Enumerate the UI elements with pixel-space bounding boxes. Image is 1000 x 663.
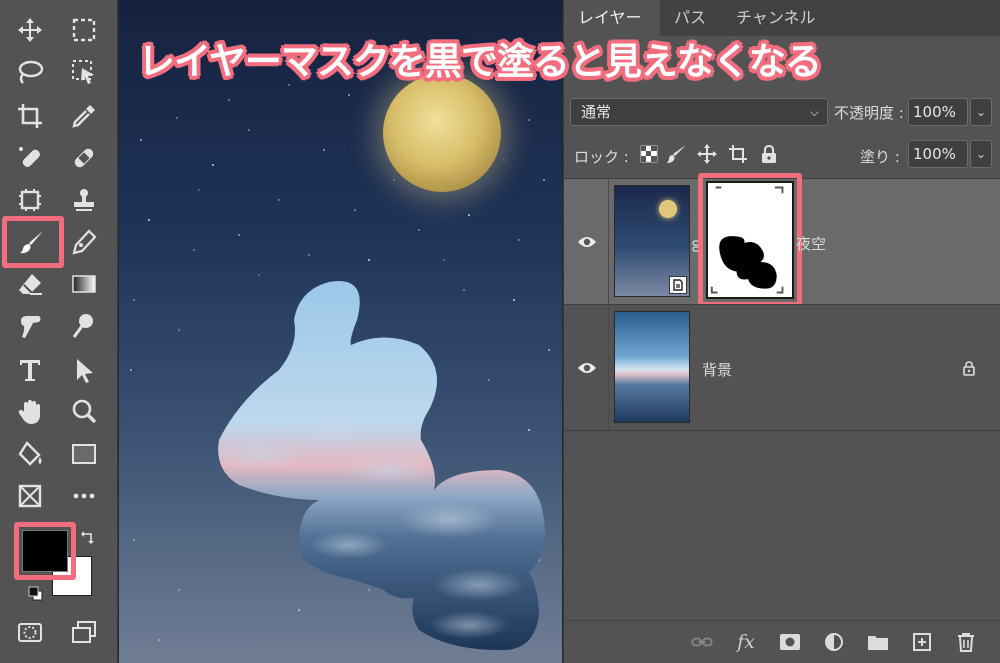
lasso-icon[interactable] <box>10 52 50 92</box>
more-icon[interactable] <box>64 476 104 516</box>
dodge-icon[interactable] <box>64 306 104 346</box>
paint-bucket-icon[interactable] <box>10 434 50 474</box>
lock-position-icon[interactable] <box>696 143 718 165</box>
tab-paths[interactable]: パス <box>660 0 722 36</box>
layers-list-end-divider <box>564 430 1000 431</box>
mask-brush-strokes <box>710 186 784 294</box>
lock-all-icon[interactable] <box>760 144 778 164</box>
rectangle-icon[interactable] <box>64 434 104 474</box>
smudge-icon[interactable] <box>10 306 50 346</box>
opacity-label: 不透明度 : <box>834 104 904 122</box>
layer-mask-thumbnail[interactable] <box>706 181 794 299</box>
folder-icon[interactable] <box>866 631 890 653</box>
lock-pixels-icon[interactable] <box>666 144 688 164</box>
mask-reveal-area <box>218 281 545 651</box>
chevron-down-icon: ⌵ <box>809 105 819 119</box>
fill-field[interactable]: 100% <box>908 140 968 168</box>
clone-stamp-icon[interactable] <box>64 180 104 220</box>
panel-tabs: レイヤー パス チャンネル <box>564 0 1000 36</box>
trash-icon[interactable] <box>954 631 978 653</box>
document-canvas[interactable] <box>119 0 562 663</box>
blend-mode-select[interactable]: 通常 ⌵ <box>570 98 828 126</box>
marquee-icon[interactable] <box>64 10 104 50</box>
fill-chevron-icon[interactable]: ⌄ <box>970 140 992 168</box>
layers-panel: レイヤー パス チャンネル 通常 ⌵ 不透明度 : 100% ⌄ ロック : 塗… <box>563 0 1000 663</box>
tools-toolbar <box>0 0 118 663</box>
visibility-column-divider <box>608 305 609 431</box>
swap-colors-icon[interactable] <box>80 530 96 546</box>
layer-name-background[interactable]: 背景 <box>702 359 732 380</box>
spot-heal-icon[interactable] <box>10 138 50 178</box>
hand-icon[interactable] <box>10 392 50 432</box>
fill-label: 塗り : <box>860 148 900 166</box>
lock-label: ロック : <box>574 148 629 166</box>
fx-icon[interactable]: fx <box>734 631 758 653</box>
visibility-column-divider <box>608 179 609 305</box>
bandaid-icon[interactable] <box>64 138 104 178</box>
new-layer-icon[interactable] <box>910 631 934 653</box>
moon <box>383 74 501 192</box>
lock-artboard-icon[interactable] <box>727 143 749 165</box>
add-mask-icon[interactable] <box>778 631 802 653</box>
eyedropper-icon[interactable] <box>64 96 104 136</box>
object-select-icon[interactable] <box>64 52 104 92</box>
stamp-select-icon[interactable] <box>10 180 50 220</box>
brush-icon[interactable] <box>12 222 52 262</box>
layer-name-night-sky[interactable]: 夜空 <box>796 233 826 254</box>
layer-row-night-sky[interactable]: 夜空 <box>564 173 1000 307</box>
layer-thumbnail-night-sky[interactable] <box>614 185 690 297</box>
layer-row-background[interactable]: 背景 <box>564 304 1000 431</box>
annotation-banner: レイヤーマスクを黒で塗ると見えなくなる <box>138 40 822 83</box>
path-select-icon[interactable] <box>64 350 104 390</box>
screen-mode-icon[interactable] <box>64 612 104 652</box>
lock-icon <box>963 361 975 376</box>
link-icon[interactable] <box>690 631 714 653</box>
thumbnail-moon <box>659 200 677 218</box>
tab-layers[interactable]: レイヤー <box>564 0 660 36</box>
gradient-icon[interactable] <box>64 264 104 304</box>
eraser-icon[interactable] <box>10 264 50 304</box>
zoom-icon[interactable] <box>64 392 104 432</box>
pen-icon[interactable] <box>64 222 104 262</box>
crop-icon[interactable] <box>10 96 50 136</box>
layer-thumbnail-background[interactable] <box>614 311 690 423</box>
smart-object-icon <box>669 276 687 294</box>
starfield <box>130 84 550 651</box>
blend-mode-value: 通常 <box>581 103 612 121</box>
tab-channels[interactable]: チャンネル <box>722 0 834 36</box>
eye-icon[interactable] <box>577 235 597 249</box>
lock-transparent-icon[interactable] <box>640 145 658 163</box>
eye-icon[interactable] <box>577 361 597 375</box>
quick-mask-icon[interactable] <box>10 612 50 652</box>
default-colors-icon[interactable] <box>28 586 44 602</box>
move-icon[interactable] <box>10 10 50 50</box>
foreground-color-swatch[interactable] <box>22 530 68 572</box>
frame-icon[interactable] <box>10 476 50 516</box>
opacity-field[interactable]: 100% <box>908 98 968 126</box>
opacity-chevron-icon[interactable]: ⌄ <box>970 98 992 126</box>
layers-panel-footer: fx <box>564 620 1000 663</box>
text-icon[interactable] <box>10 350 50 390</box>
adjustment-icon[interactable] <box>822 631 846 653</box>
